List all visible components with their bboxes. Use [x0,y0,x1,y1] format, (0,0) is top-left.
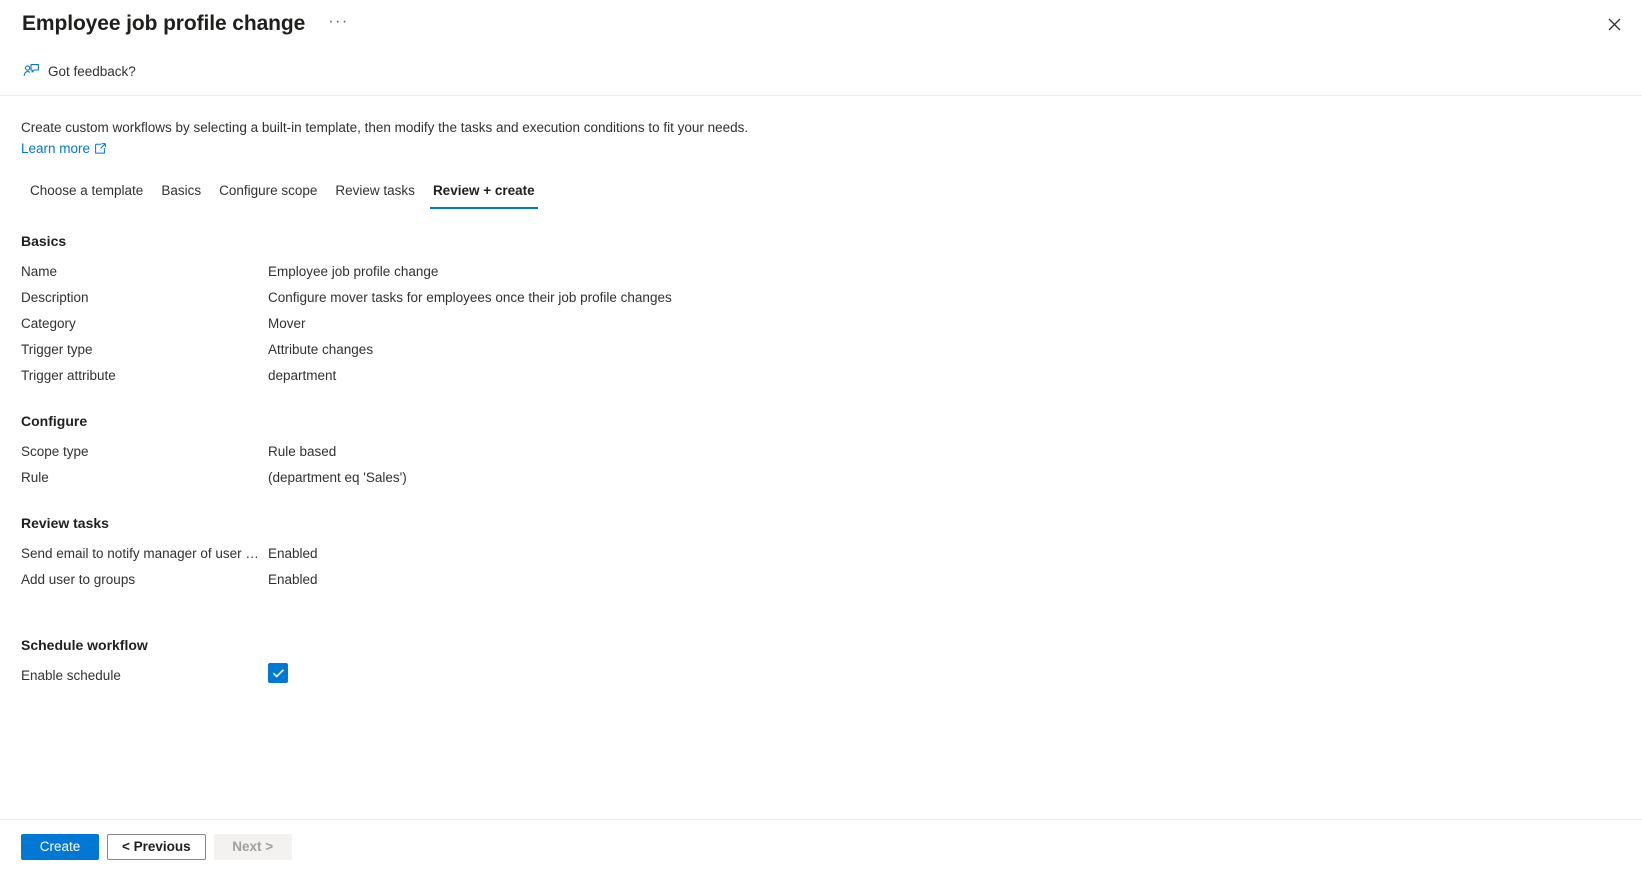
blade-footer: Create < Previous Next > [0,819,1642,876]
row-label: Add user to groups [21,572,136,587]
wizard-tabs: Choose a template Basics Configure scope… [21,175,1622,209]
table-row: Trigger attribute department [21,363,1622,389]
blade-container: Employee job profile change ··· Got feed… [0,0,1642,876]
section-schedule-workflow: Schedule workflow Enable schedule [21,635,1622,689]
got-feedback-button[interactable]: Got feedback? [20,57,142,87]
row-label: Trigger attribute [21,368,116,383]
table-row: Description Configure mover tasks for em… [21,285,1622,311]
close-button[interactable] [1598,8,1630,40]
row-label: Trigger type [21,342,93,357]
table-row: Name Employee job profile change [21,259,1622,285]
table-row: Enable schedule [21,663,1622,689]
feedback-person-icon [23,64,39,77]
row-label: Name [21,264,58,279]
enable-schedule-value [268,663,288,683]
row-value: Mover [268,316,306,331]
row-label: Scope type [21,444,89,459]
row-label: Category [21,316,76,331]
next-button: Next > [213,834,292,860]
table-row: Category Mover [21,311,1622,337]
tab-review-create[interactable]: Review + create [424,176,544,209]
learn-more-link[interactable]: Learn more [21,139,106,158]
row-value: Enabled [268,546,318,561]
section-review-tasks: Review tasks Send email to notify manage… [21,513,1622,593]
table-row: Rule (department eq 'Sales') [21,465,1622,491]
section-basics-title: Basics [21,233,67,249]
row-label: Send email to notify manager of user mo… [21,546,268,561]
checkmark-icon [272,668,284,677]
row-value: Enabled [268,572,318,587]
section-basics: Basics Name Employee job profile change … [21,231,1622,389]
row-label: Description [21,290,89,305]
section-configure-title: Configure [21,413,88,429]
command-bar: Got feedback? [0,48,1642,96]
learn-more-label: Learn more [21,141,91,156]
blade-body: Create custom workflows by selecting a b… [0,96,1642,819]
section-configure: Configure Scope type Rule based Rule (de… [21,411,1622,491]
got-feedback-label: Got feedback? [48,63,136,79]
table-row: Trigger type Attribute changes [21,337,1622,363]
table-row: Add user to groups Enabled [21,567,1622,593]
external-link-icon [95,143,106,154]
tab-basics[interactable]: Basics [152,176,210,209]
row-value: Configure mover tasks for employees once… [268,290,672,305]
table-row: Send email to notify manager of user mo…… [21,541,1622,567]
close-icon [1608,18,1620,30]
tab-configure-scope[interactable]: Configure scope [210,176,326,209]
enable-schedule-label: Enable schedule [21,668,121,683]
tab-choose-a-template[interactable]: Choose a template [21,176,152,209]
section-review-tasks-title: Review tasks [21,515,109,531]
row-value: Rule based [268,444,337,459]
row-value: (department eq 'Sales') [268,470,407,485]
intro-text: Create custom workflows by selecting a b… [21,120,749,135]
page-title: Employee job profile change [22,12,306,35]
enable-schedule-checkbox[interactable] [268,663,288,683]
create-button[interactable]: Create [21,834,99,860]
section-schedule-title: Schedule workflow [21,637,148,653]
table-row: Scope type Rule based [21,439,1622,465]
row-value: department [268,368,337,383]
row-value: Attribute changes [268,342,374,357]
tab-review-tasks[interactable]: Review tasks [326,176,424,209]
previous-button[interactable]: < Previous [107,834,206,860]
row-label: Rule [21,470,49,485]
row-value: Employee job profile change [268,264,439,279]
more-options-button[interactable]: ··· [322,11,354,37]
titlebar: Employee job profile change ··· [0,0,1642,48]
